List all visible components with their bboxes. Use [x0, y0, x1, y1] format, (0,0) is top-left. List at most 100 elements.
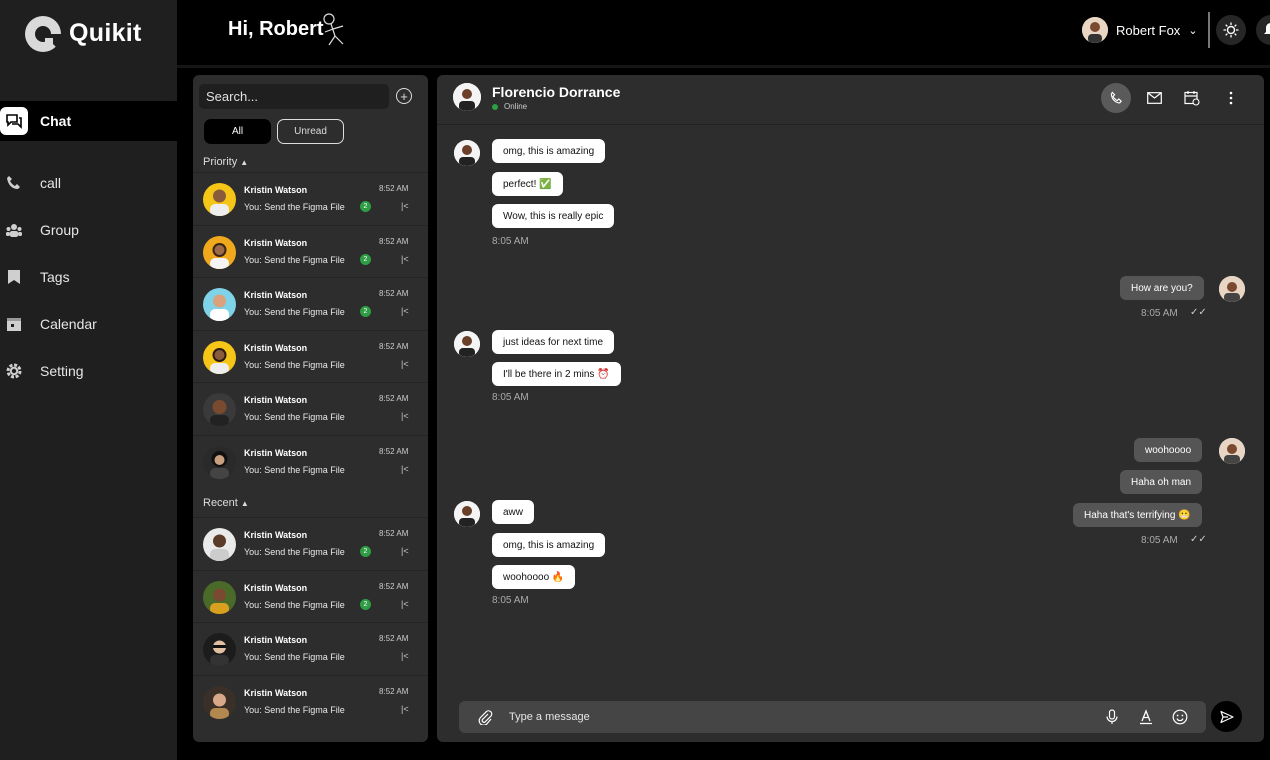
sidebar-item-group[interactable]: Group	[0, 210, 177, 250]
send-button[interactable]	[1211, 701, 1242, 732]
sidebar-item-label: Chat	[40, 113, 72, 129]
list-item[interactable]: Kristin Watson You: Send the Figma File …	[193, 675, 428, 727]
last-message: You: Send the Figma File	[244, 652, 345, 662]
section-label: Priority	[203, 156, 238, 168]
message-bubble: I'll be there in 2 mins ⏰	[492, 362, 621, 386]
group-icon	[0, 216, 28, 244]
sent-icon: |<	[401, 651, 409, 661]
sent-icon: |<	[401, 599, 409, 609]
list-item[interactable]: Kristin Watson You: Send the Figma File …	[193, 225, 428, 277]
avatar	[454, 501, 480, 527]
sidebar-item-call[interactable]: call	[0, 163, 177, 203]
priority-section-header[interactable]: Priority ▲	[203, 156, 248, 168]
list-item[interactable]: Kristin Watson You: Send the Figma File …	[193, 172, 428, 224]
filter-all-button[interactable]: All	[204, 119, 271, 144]
search-input[interactable]	[199, 84, 389, 109]
recent-section-header[interactable]: Recent ▲	[203, 497, 249, 509]
message-time: 8:52 AM	[379, 447, 409, 456]
attach-button[interactable]	[475, 707, 495, 727]
app-root: Quikit Chat call Group Tags Calendar Set…	[0, 0, 1270, 760]
sent-icon: |<	[401, 201, 409, 211]
chat-panel: Florencio Dorrance Online omg, this is a…	[437, 75, 1264, 742]
filter-unread-button[interactable]: Unread	[277, 119, 344, 144]
sidebar-item-label: call	[40, 175, 62, 191]
text-format-button[interactable]	[1136, 707, 1156, 727]
phone-icon	[1110, 90, 1122, 104]
avatar	[203, 183, 236, 216]
last-message: You: Send the Figma File	[244, 600, 345, 610]
sidebar-item-setting[interactable]: Setting	[0, 351, 177, 391]
list-item[interactable]: Kristin Watson You: Send the Figma File …	[193, 382, 428, 434]
unread-badge: 2	[360, 599, 371, 610]
double-check-icon: ✓✓	[1190, 307, 1207, 318]
list-item[interactable]: Kristin Watson You: Send the Figma File …	[193, 330, 428, 382]
avatar	[203, 446, 236, 479]
sent-icon: |<	[401, 359, 409, 369]
contact-name: Kristin Watson	[244, 530, 308, 540]
message-bubble: How are you?	[1120, 276, 1204, 300]
list-item[interactable]: Kristin Watson You: Send the Figma File …	[193, 277, 428, 329]
emoji-button[interactable]	[1170, 707, 1190, 727]
theme-toggle-button[interactable]	[1216, 15, 1246, 45]
contact-name: Kristin Watson	[244, 290, 308, 300]
voice-button[interactable]	[1102, 707, 1122, 727]
sidebar-item-label: Calendar	[40, 316, 97, 332]
smiley-icon	[1172, 709, 1188, 725]
contact-name: Kristin Watson	[244, 343, 308, 353]
sidebar-item-chat[interactable]: Chat	[0, 101, 177, 141]
caret-up-icon: ▲	[240, 158, 249, 167]
contact-name: Kristin Watson	[244, 688, 308, 698]
message-time: 8:52 AM	[379, 237, 409, 246]
brand: Quikit	[0, 0, 177, 101]
sent-icon: |<	[401, 306, 409, 316]
sidebar-item-tags[interactable]: Tags	[0, 257, 177, 297]
avatar	[1219, 276, 1245, 302]
message-bubble: perfect! ✅	[492, 172, 563, 196]
phone-icon	[0, 169, 28, 197]
contact-name: Kristin Watson	[244, 395, 308, 405]
call-button[interactable]	[1101, 83, 1131, 113]
message-time: 8:52 AM	[379, 582, 409, 591]
user-name: Robert Fox	[1116, 22, 1181, 38]
contact-name: Kristin Watson	[244, 185, 308, 195]
contact-name: Kristin Watson	[244, 583, 308, 593]
list-item[interactable]: Kristin Watson You: Send the Figma File …	[193, 570, 428, 622]
sidebar-item-label: Setting	[40, 363, 84, 379]
message-time: 8:05 AM	[1141, 535, 1178, 546]
avatar	[203, 236, 236, 269]
message-bubble: woohoooo 🔥	[492, 565, 576, 589]
message-input[interactable]	[509, 701, 1069, 733]
unread-badge: 2	[360, 546, 371, 557]
calendar-icon	[1184, 91, 1200, 106]
sun-icon	[1223, 22, 1239, 38]
more-options-button[interactable]	[1216, 83, 1246, 113]
last-message: You: Send the Figma File	[244, 547, 345, 557]
message-bubble: woohoooo	[1134, 438, 1203, 462]
last-message: You: Send the Figma File	[244, 360, 345, 370]
list-item[interactable]: Kristin Watson You: Send the Figma File …	[193, 517, 428, 569]
list-item[interactable]: Kristin Watson You: Send the Figma File …	[193, 622, 428, 674]
topbar: Hi, Robert Robert Fox ⌄	[177, 0, 1270, 65]
message-time: 8:52 AM	[379, 184, 409, 193]
schedule-button[interactable]	[1177, 83, 1207, 113]
message-bubble: omg, this is amazing	[492, 139, 606, 163]
sent-icon: |<	[401, 254, 409, 264]
sidebar-item-calendar[interactable]: Calendar	[0, 304, 177, 344]
online-dot-icon	[492, 103, 498, 110]
microphone-icon	[1106, 709, 1118, 724]
unread-badge: 2	[360, 201, 371, 212]
status-label: Online	[504, 102, 528, 111]
list-item[interactable]: Kristin Watson You: Send the Figma File …	[193, 435, 428, 487]
email-button[interactable]	[1139, 83, 1169, 113]
notification-button[interactable]	[1256, 15, 1270, 45]
avatar[interactable]	[453, 83, 481, 111]
stick-figure-icon	[323, 13, 344, 46]
conversation-list: + All Unread Priority▲ Kristin Watson Yo…	[193, 75, 428, 742]
chat-header: Florencio Dorrance Online	[437, 75, 1264, 125]
chat-icon	[0, 107, 28, 135]
profile-menu[interactable]: Robert Fox ⌄	[1082, 17, 1198, 43]
avatar	[203, 288, 236, 321]
add-conversation-button[interactable]: +	[396, 88, 412, 104]
brand-name: Quikit	[69, 19, 142, 47]
message-bubble: just ideas for next time	[492, 330, 615, 354]
